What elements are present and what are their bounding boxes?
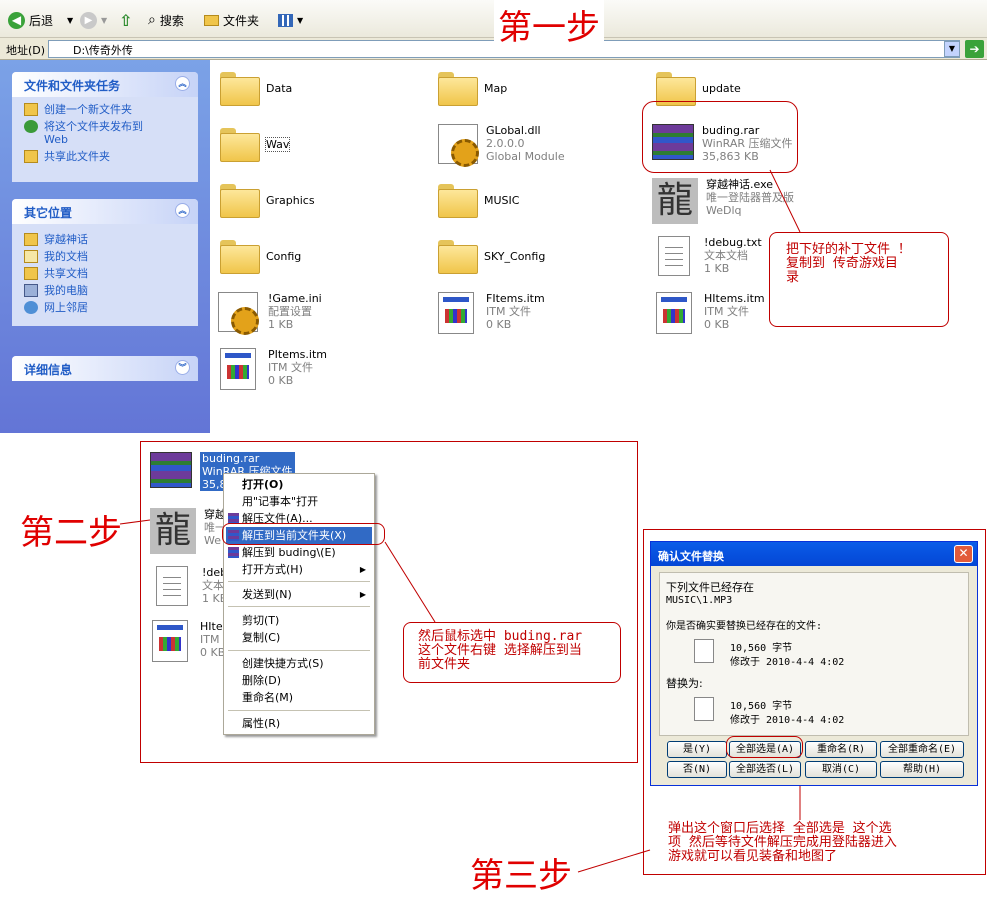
menu-send-to[interactable]: 发送到(N) ▶ <box>226 586 372 603</box>
cancel-button[interactable]: 取消(C) <box>805 761 877 778</box>
mp3-file-icon <box>694 697 714 721</box>
existing-modified: 修改于 2010-4-4 4:02 <box>730 657 845 668</box>
note3-text: 弹出这个窗口后选择 全部选是 这个选 项 然后等待文件解压完成用登陆器进入 游戏… <box>668 822 897 864</box>
menu-extract-to-folder[interactable]: 解压到 buding\(E) <box>226 544 372 561</box>
step3-label: 第三步 <box>470 856 572 896</box>
new-size: 10,560 字节 <box>730 701 793 712</box>
dialog-titlebar: 确认文件替换 ✕ <box>651 542 977 566</box>
yes-button[interactable]: 是(Y) <box>667 741 727 758</box>
menu-create-shortcut[interactable]: 创建快捷方式(S) <box>226 655 372 672</box>
menu-label: 解压到 buding\(E) <box>242 546 336 559</box>
note3-line: 游戏就可以看见装备和地图了 <box>668 849 838 864</box>
file-type: ITM <box>200 633 220 646</box>
menu-separator <box>228 710 370 711</box>
file-name: HIte <box>200 620 223 633</box>
note2-box: 然后鼠标选中 buding.rar 这个文件右键 选择解压到当 前文件夹 <box>403 622 621 683</box>
winrar-archive-icon <box>150 452 192 488</box>
existing-size: 10,560 字节 <box>730 643 793 654</box>
note3-line: 项 然后等待文件解压完成用登陆器进入 <box>668 835 897 850</box>
rename-button[interactable]: 重命名(R) <box>805 741 877 758</box>
dragon-app-icon: 龍 <box>150 508 196 554</box>
menu-separator <box>228 581 370 582</box>
menu-copy[interactable]: 复制(C) <box>226 629 372 646</box>
dialog-title: 确认文件替换 <box>658 550 724 563</box>
step2-debug-txt[interactable]: !deb 文本 1 KB <box>156 566 227 606</box>
confirm-replace-dialog: 确认文件替换 ✕ 下列文件已经存在 MUSIC\1.MP3 你是否确实要替换已经存… <box>650 541 978 786</box>
highlight-yes-to-all <box>726 736 803 758</box>
submenu-arrow-icon: ▶ <box>359 590 366 599</box>
help-button[interactable]: 帮助(H) <box>880 761 964 778</box>
file-size: 0 KB <box>200 646 226 659</box>
step2-hitems-itm[interactable]: HIte ITM 0 KB <box>152 620 225 662</box>
menu-delete[interactable]: 删除(D) <box>226 672 372 689</box>
close-icon[interactable]: ✕ <box>954 545 973 563</box>
menu-label: 发送到(N) <box>242 588 292 601</box>
new-modified: 修改于 2010-4-4 4:02 <box>730 715 845 726</box>
step2-chuanyue-exe[interactable]: 龍穿越 唯一 We <box>150 508 226 554</box>
exists-text: 下列文件已经存在 <box>666 581 754 594</box>
highlight-extract-here <box>222 523 385 545</box>
submenu-arrow-icon: ▶ <box>359 565 366 574</box>
note3-line: 弹出这个窗口后选择 全部选是 这个选 <box>668 821 892 836</box>
itm-file-icon <box>152 620 188 662</box>
no-button[interactable]: 否(N) <box>667 761 727 778</box>
replace-with-text: 替换为: <box>666 677 703 690</box>
step2-label: 第二步 <box>20 513 122 553</box>
menu-open[interactable]: 打开(O) <box>226 476 372 493</box>
file-path: MUSIC\1.MP3 <box>666 595 733 606</box>
menu-separator <box>228 650 370 651</box>
note2-line: 前文件夹 <box>418 657 471 672</box>
note2-line: 这个文件右键 选择解压到当 <box>418 643 582 658</box>
menu-cut[interactable]: 剪切(T) <box>226 612 372 629</box>
rename-all-button[interactable]: 全部重命名(E) <box>880 741 964 758</box>
menu-rename[interactable]: 重命名(M) <box>226 689 372 706</box>
file-name: buding.rar <box>202 452 260 465</box>
menu-open-notepad[interactable]: 用"记事本"打开 <box>226 493 372 510</box>
context-menu: 打开(O) 用"记事本"打开 解压文件(A)... 解压到当前文件夹(X) 解压… <box>223 473 375 735</box>
menu-properties[interactable]: 属性(R) <box>226 715 372 732</box>
menu-label: 打开方式(H) <box>242 563 303 576</box>
note2-text: 然后鼠标选中 buding.rar 这个文件右键 选择解压到当 前文件夹 <box>418 630 582 672</box>
text-document-icon <box>156 566 188 606</box>
menu-separator <box>228 606 370 607</box>
question-text: 你是否确实要替换已经存在的文件: <box>666 621 823 632</box>
menu-open-with[interactable]: 打开方式(H) ▶ <box>226 561 372 578</box>
dialog-body: 下列文件已经存在 MUSIC\1.MP3 你是否确实要替换已经存在的文件: 10… <box>659 572 969 736</box>
note2-line: 然后鼠标选中 buding.rar <box>418 629 583 644</box>
winrar-icon <box>228 547 239 558</box>
mp3-file-icon <box>694 639 714 663</box>
no-to-all-button[interactable]: 全部选否(L) <box>729 761 801 778</box>
